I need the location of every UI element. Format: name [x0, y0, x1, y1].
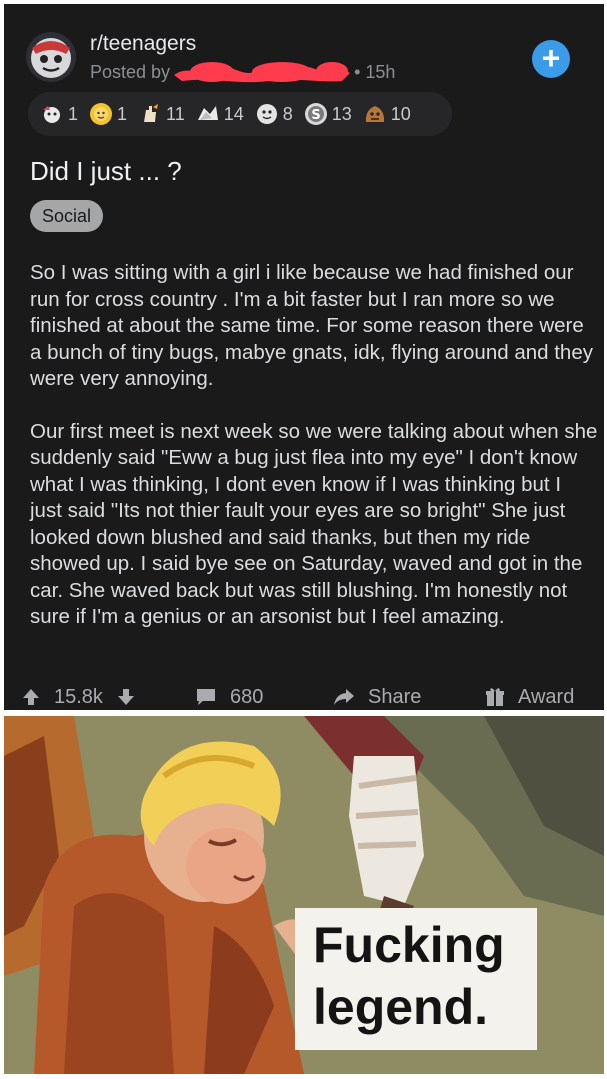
post-title[interactable]: Did I just ... ? [30, 156, 182, 187]
comment-icon [197, 689, 215, 705]
award-count: 14 [223, 103, 244, 124]
share-icon [334, 689, 354, 705]
upvote-icon[interactable] [20, 686, 42, 708]
subreddit-name[interactable]: r/teenagers [90, 32, 196, 56]
award-count: 10 [390, 103, 411, 124]
award-count: 11 [166, 103, 185, 124]
subreddit-avatar-icon[interactable] [26, 32, 76, 82]
meme-caption-box: Fucking legend. [295, 908, 537, 1050]
meme-image: Fucking legend. [4, 716, 604, 1074]
award-silver-icon: S [304, 103, 327, 125]
posted-by-line: Posted by • 15h [90, 61, 395, 83]
award-face-icon [256, 104, 277, 124]
gift-icon [486, 688, 504, 706]
award-label: Award [518, 685, 575, 708]
award-item[interactable]: 11 [138, 102, 185, 126]
award-item[interactable]: 10 [363, 102, 411, 126]
award-button[interactable]: Award [484, 680, 574, 714]
awards-bar[interactable]: 1 1 11 14 8 S 13 10 [28, 92, 452, 136]
downvote-icon[interactable] [115, 686, 137, 708]
share-label: Share [368, 685, 422, 708]
post-paragraph: So I was sitting with a girl i like beca… [30, 261, 593, 390]
reddit-post-card: r/teenagers Posted by • 15h + 1 1 11 14 … [4, 4, 604, 710]
plus-button[interactable]: + [532, 40, 570, 78]
svg-text:S: S [311, 108, 320, 123]
post-paragraph: Our first meet is next week so we were t… [30, 419, 598, 629]
award-item[interactable]: S 13 [304, 102, 352, 126]
post-actions-bar: 15.8k 680 Share Award [4, 680, 604, 714]
meme-caption: Fucking legend. [313, 917, 505, 1035]
award-hugz-icon [43, 106, 60, 123]
vote-group: 15.8k [20, 680, 149, 714]
comment-count: 680 [230, 685, 264, 708]
award-hand-icon [144, 104, 159, 122]
award-item[interactable]: 14 [196, 102, 244, 126]
award-count: 1 [68, 103, 79, 124]
award-count: 8 [282, 103, 293, 124]
award-wholesome-icon [197, 106, 218, 120]
award-count: 1 [117, 103, 128, 124]
share-button[interactable]: Share [332, 680, 421, 714]
vote-count: 15.8k [54, 685, 103, 708]
award-item[interactable]: 1 [89, 102, 127, 126]
award-item[interactable]: 8 [255, 102, 293, 126]
post-body: So I was sitting with a girl i like beca… [30, 260, 598, 657]
redaction-scribble [174, 62, 351, 83]
plus-icon: + [541, 40, 561, 76]
award-item[interactable]: 1 [40, 102, 78, 126]
award-gold-icon [365, 106, 384, 122]
award-sun-icon [90, 103, 113, 125]
award-count: 13 [331, 103, 352, 124]
posted-by-label: Posted by [90, 62, 171, 82]
comments-button[interactable]: 680 [194, 680, 263, 714]
post-time: • 15h [354, 62, 396, 82]
post-flair[interactable]: Social [30, 200, 104, 232]
